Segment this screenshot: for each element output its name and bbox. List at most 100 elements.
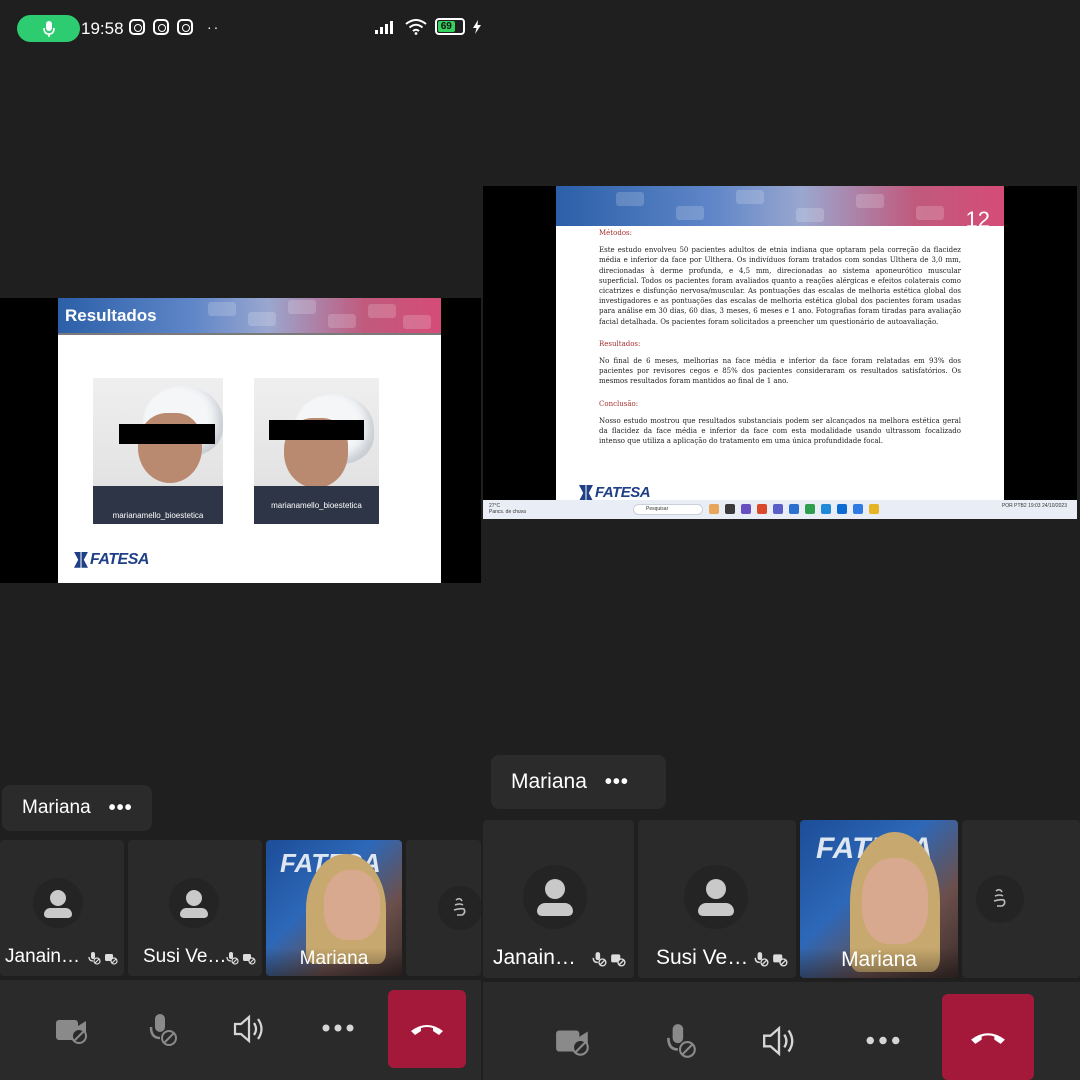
- more-options-icon[interactable]: [865, 1030, 901, 1050]
- presenter-name: Mariana: [22, 797, 91, 818]
- participant-name: Susi Ve…: [143, 946, 227, 967]
- call-controls: [483, 982, 1080, 1080]
- participant-name: Susi Ve…: [656, 946, 749, 969]
- phone-hangup-icon: [971, 1032, 1005, 1044]
- app-icon[interactable]: [757, 504, 767, 514]
- participant-tile-overflow[interactable]: [406, 840, 481, 976]
- participant-tile[interactable]: Janain…: [0, 840, 124, 976]
- participant-video-tile[interactable]: FATESA Mariana: [266, 840, 402, 976]
- patient-photo: marianamello_bioestetica: [254, 378, 379, 524]
- participant-name: Janain…: [493, 946, 576, 969]
- app-icon[interactable]: [821, 504, 831, 514]
- methods-heading: Métodos:: [599, 229, 632, 237]
- app-icon[interactable]: [837, 504, 847, 514]
- photo-credit: marianamello_bioestetica: [112, 511, 204, 520]
- results-text: No final de 6 meses, melhorias na face m…: [599, 357, 961, 386]
- participant-video-tile[interactable]: FATESA Mariana: [800, 820, 958, 978]
- slide-banner: [556, 186, 1004, 226]
- speaker-icon[interactable]: [760, 1024, 798, 1058]
- taskbar-search[interactable]: Pesquisar: [633, 504, 703, 515]
- hang-up-button[interactable]: [388, 990, 466, 1068]
- call-controls: [0, 980, 481, 1080]
- app-icon[interactable]: [869, 504, 879, 514]
- photo-credit: marianamello_bioestetica: [271, 501, 362, 510]
- battery-level: 69: [438, 21, 455, 32]
- speaker-icon[interactable]: [231, 1013, 267, 1045]
- shared-screen-slide: 12 Métodos: Este estudo envolveu 50 paci…: [483, 186, 1077, 519]
- app-icon[interactable]: [853, 504, 863, 514]
- right-call-screen: 12 Métodos: Este estudo envolveu 50 paci…: [483, 0, 1080, 1080]
- notification-icons: ··: [129, 19, 220, 35]
- camera-off-icon: [105, 954, 118, 965]
- avatar-placeholder-icon: [169, 878, 219, 928]
- participant-video: [324, 870, 380, 940]
- participant-strip: Janain… Susi Ve… FATESA Mariana: [483, 820, 1080, 978]
- instagram-icon: [153, 19, 169, 35]
- participant-tile[interactable]: Susi Ve…: [128, 840, 262, 976]
- windows-taskbar: 27°C Pancs. de chuva Pesquisar POR PTB2 …: [483, 500, 1077, 519]
- avatar-placeholder-icon: [33, 878, 83, 928]
- privacy-bar: [269, 420, 364, 440]
- app-icon[interactable]: [805, 504, 815, 514]
- participant-name: Janain…: [5, 946, 80, 967]
- wifi-icon: [405, 18, 427, 35]
- taskbar-apps: [709, 504, 879, 514]
- participant-tile[interactable]: Janain…: [483, 820, 634, 978]
- left-call-screen: 19:58 ·· 69 Resultados marianamello_bioe…: [0, 0, 481, 1080]
- methods-text: Este estudo envolveu 50 pacientes adulto…: [599, 246, 961, 326]
- patient-photo: marianamello_bioestetica: [93, 378, 223, 524]
- raise-hand-icon: [976, 875, 1024, 923]
- avatar-placeholder-icon: [684, 865, 748, 929]
- system-tray: POR PTB2 19:03 24/10/2023: [1001, 503, 1067, 509]
- slide-page: 12 Métodos: Este estudo envolveu 50 paci…: [556, 186, 1004, 501]
- camera-off-icon[interactable]: [553, 1024, 593, 1058]
- mic-off-icon[interactable]: [660, 1022, 700, 1060]
- weather-widget[interactable]: 27°C Pancs. de chuva: [489, 503, 526, 515]
- mic-muted-icon: [88, 952, 101, 965]
- more-options-icon[interactable]: •••: [109, 797, 133, 820]
- hang-up-button[interactable]: [942, 994, 1034, 1080]
- mic-active-pill[interactable]: [17, 15, 80, 42]
- privacy-bar: [119, 424, 215, 444]
- instagram-icon: [177, 19, 193, 35]
- participant-name: Mariana: [266, 948, 402, 976]
- more-notifications-icon: ··: [207, 19, 221, 35]
- microphone-icon: [42, 20, 55, 37]
- participant-name: Mariana: [800, 948, 958, 978]
- presenter-chip[interactable]: Mariana •••: [2, 785, 152, 831]
- participant-video: [862, 858, 928, 944]
- mic-muted-icon: [592, 952, 607, 967]
- avatar-placeholder-icon: [523, 865, 587, 929]
- camera-off-icon[interactable]: [53, 1014, 91, 1046]
- more-options-icon[interactable]: •••: [605, 771, 629, 794]
- participant-strip: Janain… Susi Ve… FATESA Mariana: [0, 840, 481, 976]
- mic-off-icon[interactable]: [143, 1012, 181, 1048]
- app-icon[interactable]: [741, 504, 751, 514]
- camera-off-icon: [611, 954, 626, 967]
- conclusion-heading: Conclusão:: [599, 399, 639, 408]
- more-options-icon[interactable]: [320, 1018, 356, 1038]
- app-icon[interactable]: [789, 504, 799, 514]
- phone-hangup-icon: [411, 1025, 443, 1035]
- signal-icon: [375, 20, 393, 34]
- camera-off-icon: [773, 954, 788, 967]
- slide-title: Resultados: [65, 306, 157, 325]
- results-heading: Resultados:: [599, 339, 641, 348]
- app-icon[interactable]: [773, 504, 783, 514]
- conclusion-text: Nosso estudo mostrou que resultados subs…: [599, 416, 961, 446]
- app-icon[interactable]: [725, 504, 735, 514]
- app-icon[interactable]: [709, 504, 719, 514]
- mic-muted-icon: [226, 952, 239, 965]
- charging-icon: [473, 19, 481, 34]
- battery-icon: 69: [435, 18, 465, 35]
- fatesa-logo: FATESA: [74, 551, 149, 569]
- presenter-chip[interactable]: Mariana •••: [491, 755, 666, 809]
- slide-page: Resultados marianamello_bioestetica mari…: [58, 298, 441, 583]
- participant-tile[interactable]: Susi Ve…: [638, 820, 796, 978]
- participant-tile-overflow[interactable]: [962, 820, 1080, 978]
- camera-off-icon: [243, 954, 256, 965]
- clock: 19:58: [81, 19, 124, 38]
- instagram-icon: [129, 19, 145, 35]
- fatesa-logo: FATESA: [579, 484, 651, 501]
- status-bar: 19:58 ·· 69: [0, 0, 481, 46]
